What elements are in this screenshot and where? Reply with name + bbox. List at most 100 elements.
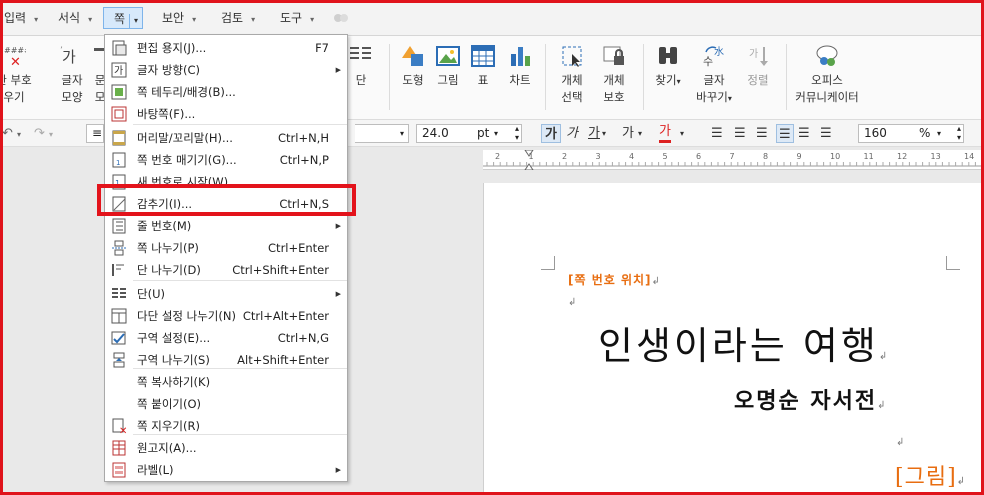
char-shape-icon: 가ʼ	[60, 46, 76, 66]
menu-item-label: 구역 설정(E)...	[137, 331, 211, 345]
figure-label: [그림]↲	[895, 465, 966, 490]
menu-item-label: 쪽 붙이기(O)	[137, 397, 201, 411]
shape-button[interactable]: 도형	[396, 44, 430, 89]
special-char-button[interactable]: ####✕ 한 부호우기	[0, 44, 36, 106]
office-communicator-button[interactable]: 오피스 커뮤니케이터	[792, 44, 862, 106]
svg-text:가: 가	[114, 65, 123, 77]
ruler-number: 8	[763, 152, 769, 161]
menu-item-2[interactable]: 가 글자 방향(C) ▶	[105, 59, 347, 81]
underline-button[interactable]: 가	[588, 124, 600, 143]
align-distribute-icon[interactable]: ☰	[798, 124, 810, 143]
menu-item-14[interactable]: 구역 설정(E)... Ctrl+N,G	[105, 327, 347, 349]
ruler-number: 4	[629, 152, 635, 161]
menu-item-label: 쪽 나누기(P)	[137, 241, 199, 255]
delete-page-icon: ✕	[111, 418, 127, 437]
redo-icon[interactable]: ↷ ▾	[34, 124, 53, 143]
menu-format[interactable]: 서식 ▾	[52, 7, 98, 29]
columns-button[interactable]: 단	[348, 44, 374, 89]
bold-button[interactable]: 가	[541, 124, 561, 143]
menu-item-12[interactable]: 단(U) ▶	[105, 283, 347, 305]
menu-item-10[interactable]: 쪽 나누기(P) Ctrl+Enter	[105, 237, 347, 259]
chevron-down-icon: ▾	[88, 15, 93, 24]
menu-item-label: 편집 용지(J)...	[137, 41, 207, 55]
find-button[interactable]: 찾기▾	[650, 44, 686, 90]
svg-text:✕: ✕	[119, 426, 127, 434]
menu-item-3[interactable]: 쪽 테두리/배경(B)...	[105, 81, 347, 103]
object-select-button[interactable]: 개체 선택	[554, 44, 590, 106]
document-subtitle: 오명순 자서전↲	[734, 388, 886, 414]
undo-icon[interactable]: ↶ ▾	[2, 124, 21, 143]
table-button[interactable]: 표	[468, 44, 498, 89]
menu-page[interactable]: 쪽 ▾	[103, 7, 144, 29]
chart-button[interactable]: 차트	[504, 44, 536, 89]
menu-item-1[interactable]: 편집 용지(J)... F7	[105, 37, 347, 59]
submenu-arrow-icon: ▶	[335, 466, 341, 474]
menu-bar: 입력 ▾ 서식 ▾ 쪽 ▾ 보안 ▾ 검토 ▾ 도구 ▾	[0, 0, 984, 36]
menu-item-9[interactable]: 줄 번호(M) ▶	[105, 215, 347, 237]
menu-item-shortcut: F7	[315, 41, 329, 55]
menu-security[interactable]: 보안 ▾	[156, 7, 202, 29]
menu-item-17[interactable]: 쪽 붙이기(O)	[105, 393, 347, 415]
font-color-button[interactable]: 가	[659, 124, 671, 143]
align-right-icon[interactable]: ☰	[776, 124, 794, 143]
multi-column-icon	[111, 308, 127, 324]
document-page[interactable]: [쪽 번호 위치]↲ ↲ 인생이라는 여행↲ 오명순 자서전↲ ↲ [그림]↲	[483, 183, 984, 495]
margin-corner-mark	[541, 256, 555, 270]
object-select-icon	[562, 46, 582, 67]
menu-item-shortcut: Ctrl+N,H	[277, 131, 329, 145]
chevron-down-icon: ▾	[34, 15, 39, 24]
table-icon	[471, 45, 495, 67]
menu-review[interactable]: 검토 ▾	[215, 7, 261, 29]
zoom-input[interactable]: 160 % ▾ ▴ ▾	[858, 124, 964, 143]
menu-separator	[133, 368, 347, 369]
object-protect-button[interactable]: 개체 보호	[596, 44, 632, 106]
extension-icon[interactable]	[333, 11, 349, 25]
text-direction-icon: 가	[111, 62, 127, 78]
master-page-icon	[111, 106, 127, 122]
menu-item-shortcut: Ctrl+Enter	[268, 241, 329, 255]
menu-item-16[interactable]: 쪽 복사하기(K)	[105, 371, 347, 393]
replace-button[interactable]: 수水 글자 바꾸기▾	[692, 44, 736, 107]
menu-separator	[133, 280, 347, 281]
sort-button[interactable]: 가 정렬	[742, 44, 774, 89]
menu-item-5[interactable]: 머리말/꼬리말(H)... Ctrl+N,H	[105, 127, 347, 149]
italic-button[interactable]: 가	[566, 124, 578, 143]
ruler-number: 2	[562, 152, 568, 161]
horizontal-ruler[interactable]: 2 1 2 3 4 5 6 7 8 9 10 11 12 13 14	[483, 150, 984, 170]
strikethrough-button[interactable]: 가	[622, 124, 634, 143]
font-size-input[interactable]: 24.0 pt ▾ ▴ ▾	[416, 124, 522, 143]
menu-item-shortcut: Ctrl+N,P	[279, 153, 329, 167]
submenu-arrow-icon: ▶	[335, 290, 341, 298]
menu-item-11[interactable]: 단 나누기(D) Ctrl+Shift+Enter	[105, 259, 347, 281]
align-left-icon[interactable]: ☰	[734, 124, 746, 143]
char-shape-button[interactable]: 가ʼ 글자 모양	[52, 44, 92, 106]
columns-icon	[350, 47, 371, 59]
menu-item-label: 머리말/꼬리말(H)...	[137, 131, 233, 145]
svg-text:ʼ: ʼ	[60, 46, 63, 56]
ruler-number: 9	[796, 152, 802, 161]
menu-item-shortcut: Ctrl+N,G	[277, 331, 329, 345]
font-select[interactable]: ▾	[355, 124, 409, 143]
menu-item-shortcut: Ctrl+Alt+Enter	[242, 309, 329, 323]
menu-item-label: 원고지(A)...	[137, 441, 197, 455]
menu-input[interactable]: 입력 ▾	[0, 7, 44, 29]
menu-item-13[interactable]: 다단 설정 나누기(N) Ctrl+Alt+Enter	[105, 305, 347, 327]
ruler-number: 14	[964, 152, 975, 161]
menu-item-4[interactable]: 바탕쪽(F)...	[105, 103, 347, 125]
svg-text:####: ####	[4, 46, 26, 55]
picture-button[interactable]: 그림	[432, 44, 464, 89]
sort-icon: 가	[749, 47, 768, 66]
menu-item-label: 글자 방향(C)	[137, 63, 200, 77]
menu-item-19[interactable]: 원고지(A)...	[105, 437, 347, 459]
align-justify-icon[interactable]: ☰	[711, 124, 723, 143]
menu-tools[interactable]: 도구 ▾	[274, 7, 320, 29]
chevron-down-icon: ▾	[129, 14, 142, 28]
menu-item-label: 다단 설정 나누기(N)	[137, 309, 236, 323]
style-select[interactable]: ≡	[86, 124, 104, 143]
menu-item-20[interactable]: 라벨(L) ▶	[105, 459, 347, 481]
section-break-icon	[111, 352, 127, 368]
align-center-icon[interactable]: ☰	[756, 124, 768, 143]
menu-item-6[interactable]: 1 쪽 번호 매기기(G)... Ctrl+N,P	[105, 149, 347, 171]
align-split-icon[interactable]: ☰	[820, 124, 832, 143]
menu-item-label: 라벨(L)	[137, 463, 174, 477]
